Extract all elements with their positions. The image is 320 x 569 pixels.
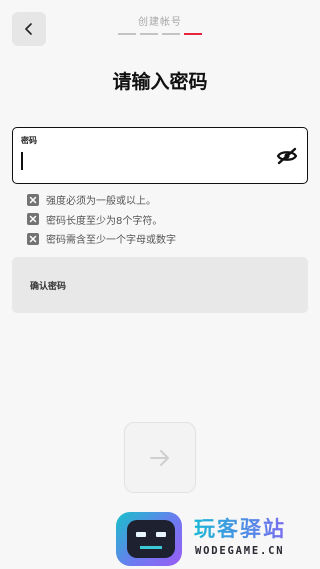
confirm-password-label: 确认密码	[30, 282, 67, 292]
header-title: 创建帐号	[138, 17, 182, 28]
robot-mouth	[140, 546, 162, 549]
watermark-domain: WODEGAME.CN	[195, 545, 285, 557]
text-caret	[21, 152, 23, 170]
rule-unmet-icon	[27, 213, 39, 226]
rule-text: 强度必须为一般或以上。	[46, 196, 156, 208]
rule-text: 密码需含至少一个字母或数字	[46, 235, 176, 247]
robot-eye-left	[136, 532, 146, 537]
toggle-visibility-button[interactable]	[276, 147, 298, 165]
password-rules: 强度必须为一般或以上。 密码长度至少为8个字符。 密码需含至少一个字母或数字	[27, 190, 176, 249]
password-input[interactable]	[20, 150, 270, 172]
rule-item: 密码需含至少一个字母或数字	[27, 229, 176, 249]
rule-item: 强度必须为一般或以上。	[27, 190, 176, 210]
step-1	[118, 33, 136, 35]
page-title: 请输入密码	[112, 71, 208, 93]
robot-eye-right	[156, 532, 166, 537]
next-button[interactable]	[124, 422, 196, 493]
robot-face-icon	[127, 520, 175, 558]
rule-text: 密码长度至少为8个字符。	[46, 215, 163, 227]
rule-unmet-icon	[27, 193, 39, 206]
step-4-active	[184, 33, 202, 35]
confirm-password-field[interactable]: 确认密码	[12, 257, 308, 313]
step-indicator	[118, 33, 202, 35]
step-3	[162, 33, 180, 35]
watermark-logo	[116, 512, 182, 566]
password-field[interactable]: 密码	[12, 127, 308, 184]
arrow-right-icon	[150, 449, 169, 466]
watermark-title: 玩客驿站	[194, 513, 286, 543]
rule-item: 密码长度至少为8个字符。	[27, 210, 176, 230]
rule-unmet-icon	[27, 232, 39, 245]
eye-off-icon	[276, 147, 298, 165]
step-2	[140, 33, 158, 35]
password-label: 密码	[21, 136, 37, 145]
